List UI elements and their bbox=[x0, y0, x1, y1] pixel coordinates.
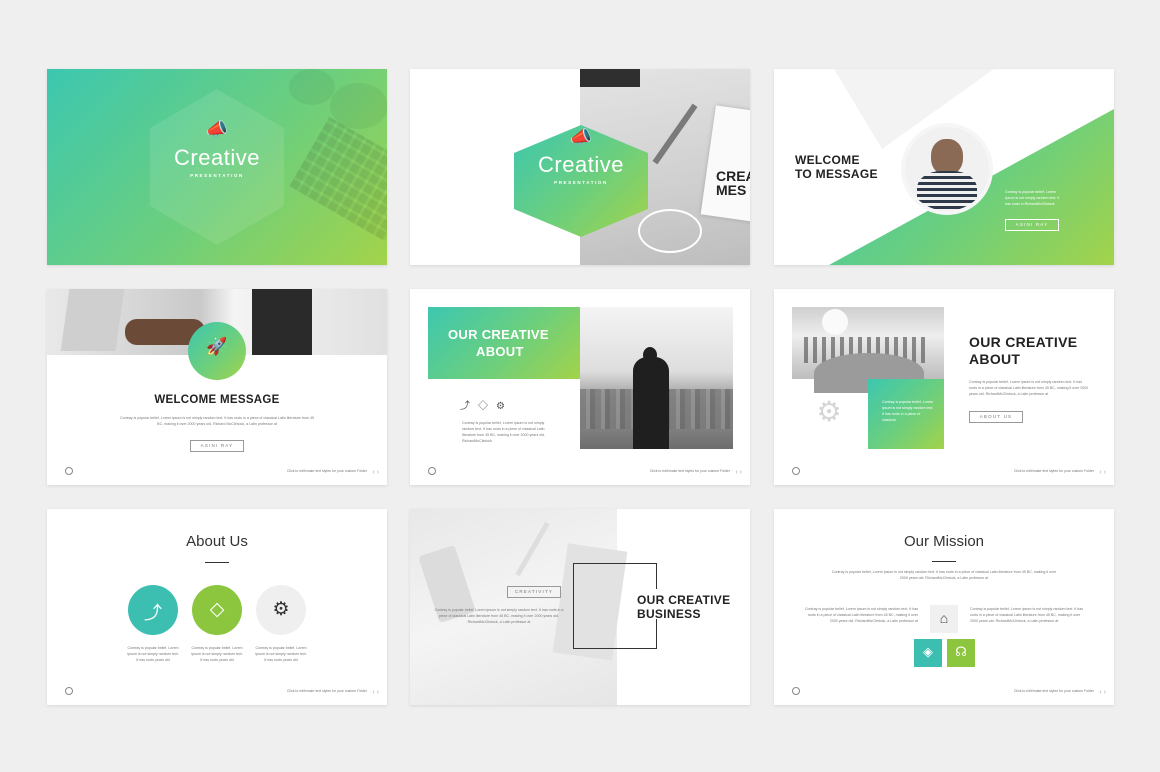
cover-title: Creative bbox=[174, 145, 260, 170]
businessman-shape bbox=[633, 357, 669, 449]
asini-ray-button[interactable]: ASINI RAY bbox=[1005, 219, 1059, 231]
creativity-label: CREATIVITY bbox=[507, 586, 561, 598]
welcome-message-title: WELCOME MESSAGE bbox=[154, 394, 280, 406]
slide-cover-gradient[interactable]: 📣 Creative PRESENTATION bbox=[47, 69, 387, 265]
slide-welcome-message[interactable]: 🚀 WELCOME MESSAGE Contray is popular bel… bbox=[47, 289, 387, 485]
nav-arrows[interactable]: ‹› bbox=[372, 469, 381, 476]
pen-tool-icon: ⤴ bbox=[144, 603, 162, 623]
next-arrow-icon[interactable]: › bbox=[740, 469, 744, 476]
pen-tool-icon: ⤴ bbox=[460, 401, 478, 412]
next-arrow-icon[interactable]: › bbox=[1104, 469, 1108, 476]
diamond-icon: ◇ bbox=[478, 401, 496, 412]
slide-our-creative-about-2[interactable]: Contray is popular belief, Lorem ipsum i… bbox=[774, 289, 1114, 485]
diamond-icon: ◇ bbox=[209, 599, 225, 620]
slide-cover-photo[interactable]: CREA MES 📣 Creative PRESENTATION bbox=[410, 69, 750, 265]
next-arrow-icon[interactable]: › bbox=[377, 689, 381, 696]
next-arrow-icon[interactable]: › bbox=[377, 469, 381, 476]
gear-icon: ⚙ bbox=[816, 396, 842, 427]
nav-arrows[interactable]: ‹› bbox=[1099, 469, 1108, 476]
portrait-circle bbox=[901, 123, 993, 215]
footer-text: Click to edit/make text styles for your … bbox=[286, 689, 367, 693]
welcome-title-line1: WELCOME bbox=[795, 153, 860, 167]
item-text-2: Contray is popular belief, Lorem ipsum i… bbox=[191, 646, 243, 662]
slide-our-creative-business[interactable]: CREATIVITY Contray is popular belief, Lo… bbox=[410, 509, 750, 705]
title-divider bbox=[205, 562, 229, 563]
title-line1: OUR CREATIVE bbox=[448, 327, 549, 342]
mission-right-text: Contray is popular belief, Lorem ipsum i… bbox=[970, 607, 1084, 623]
footer-logo-icon bbox=[65, 687, 73, 695]
about-body: Contray is popular belief, Lorem ipsum i… bbox=[969, 380, 1089, 396]
footer-text: Click to edit/make text styles for your … bbox=[1013, 689, 1094, 693]
welcome-message-body: Contray is popular belief, Lorem ipsum i… bbox=[120, 416, 314, 426]
slide-welcome-to-message[interactable]: WELCOME TO MESSAGE Contray is popular be… bbox=[774, 69, 1114, 265]
item-text-1: Contray is popular belief, Lorem ipsum i… bbox=[127, 646, 179, 662]
asini-ray-button[interactable]: ASINI RAY bbox=[190, 440, 244, 452]
home-icon: ⌂ bbox=[939, 610, 949, 626]
cable-shape bbox=[638, 209, 702, 253]
avatar bbox=[931, 139, 963, 175]
avatar-shirt bbox=[917, 171, 977, 211]
drop-icon: ◈ bbox=[923, 644, 933, 659]
title-line2: ABOUT bbox=[476, 344, 524, 359]
sun-shape bbox=[822, 309, 848, 335]
icon-row: ⤴◇⚙ bbox=[460, 397, 513, 412]
cover-subtitle: PRESENTATION bbox=[190, 173, 244, 178]
title-line1: OUR CREATIVE bbox=[637, 593, 731, 607]
megaphone-icon: 📣 bbox=[569, 127, 593, 147]
cover-subtitle: PRESENTATION bbox=[554, 180, 608, 185]
title-line2: ABOUT bbox=[969, 351, 1021, 367]
gear-icon: ⚙ bbox=[496, 401, 513, 412]
nav-arrows[interactable]: ‹› bbox=[372, 689, 381, 696]
footer-logo-icon bbox=[65, 467, 73, 475]
rocket-icon: 🚀 bbox=[206, 337, 228, 356]
notebook-text: CREA MES bbox=[716, 168, 750, 198]
phone-shape bbox=[580, 69, 640, 87]
slide-our-mission[interactable]: Our Mission Contray is popular belief, L… bbox=[774, 509, 1114, 705]
gear-icon: ⚙ bbox=[272, 599, 290, 620]
person-shirt bbox=[252, 289, 312, 355]
footer-text: Click to edit/make text styles for your … bbox=[286, 469, 367, 473]
item-text-3: Contray is popular belief, Lorem ipsum i… bbox=[255, 646, 307, 662]
footer-logo-icon bbox=[792, 467, 800, 475]
footer-text: Click to edit/make text styles for your … bbox=[649, 469, 730, 473]
business-body: Contray is popular belief, Lorem ipsum i… bbox=[434, 608, 564, 624]
slide-our-creative-about-1[interactable]: OUR CREATIVE ABOUT ⤴◇⚙ Contray is popula… bbox=[410, 289, 750, 485]
nav-arrows[interactable]: ‹› bbox=[735, 469, 744, 476]
title-line1: OUR CREATIVE bbox=[969, 334, 1078, 350]
welcome-body: Contray is popular belief, Lorem ipsum i… bbox=[1005, 190, 1060, 206]
nav-arrows[interactable]: ‹› bbox=[1099, 689, 1108, 696]
keyboard-shape bbox=[289, 116, 387, 242]
overlay-text: Contray is popular belief, Lorem ipsum i… bbox=[882, 400, 934, 422]
mission-left-text: Contray is popular belief, Lorem ipsum i… bbox=[804, 607, 918, 623]
cover-title: Creative bbox=[538, 152, 624, 177]
footer-text: Click to edit/make text styles for your … bbox=[1013, 469, 1094, 473]
next-arrow-icon[interactable]: › bbox=[1104, 689, 1108, 696]
megaphone-icon: 📣 bbox=[205, 119, 229, 139]
laptop-shape bbox=[60, 289, 125, 351]
mission-intro: Contray is popular belief, Lorem ipsum i… bbox=[831, 570, 1057, 580]
slide-about-us[interactable]: About Us ⤴ ◇ ⚙ Contray is popular belief… bbox=[47, 509, 387, 705]
welcome-title-line2: TO MESSAGE bbox=[795, 167, 878, 181]
about-us-title: About Us bbox=[186, 533, 248, 550]
mission-title: Our Mission bbox=[903, 533, 985, 550]
title-block bbox=[428, 307, 580, 379]
about-us-button[interactable]: ABOUT US bbox=[969, 411, 1023, 423]
decorative-circle bbox=[289, 69, 335, 105]
businessman-head bbox=[643, 347, 657, 363]
footer-logo-icon bbox=[428, 467, 436, 475]
title-line2: BUSINESS bbox=[637, 607, 701, 621]
headset-icon: ☊ bbox=[955, 644, 967, 659]
title-divider bbox=[932, 561, 956, 562]
about-body: Contray is popular belief, Lorem ipsum i… bbox=[462, 421, 546, 443]
footer-logo-icon bbox=[792, 687, 800, 695]
